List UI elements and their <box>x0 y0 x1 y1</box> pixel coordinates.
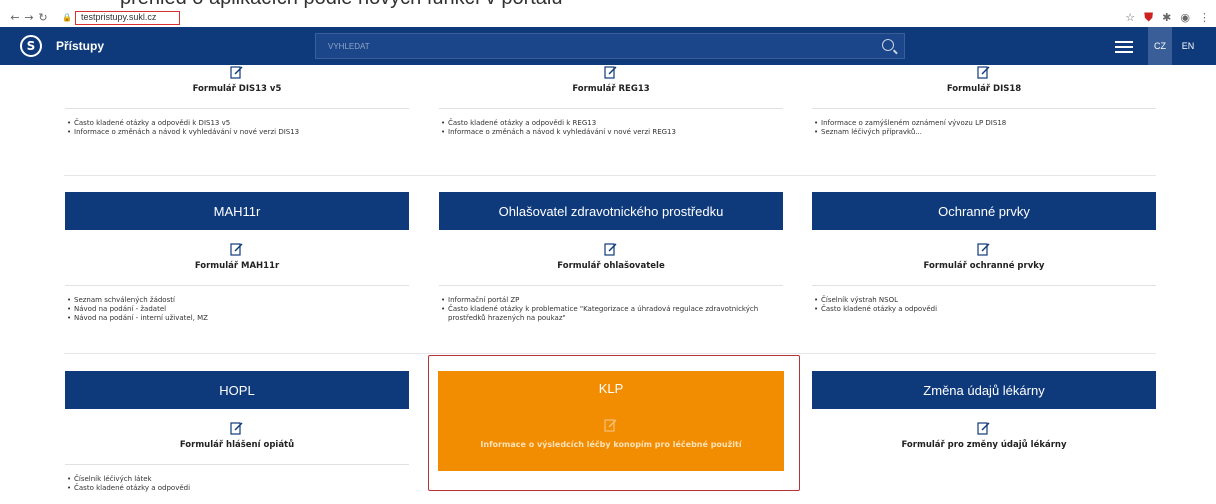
browser-extensions: ☆ ⛊ ✱ ◉ ⋮ <box>1125 10 1210 25</box>
card-mah11r: MAH11r Formulář MAH11r Seznam schválenýc… <box>65 192 409 323</box>
form-link[interactable]: Informace o výsledcích léčby konopím pro… <box>438 440 784 449</box>
form-link[interactable]: Formulář pro změny údajů lékárny <box>812 440 1156 450</box>
link-list: Informace o zamýšleném oznámení vývozu L… <box>812 119 1156 137</box>
list-item[interactable]: Často kladené otázky a odpovědi <box>814 305 1156 314</box>
form-edit-icon <box>604 66 617 79</box>
form-link[interactable]: Formulář ochranné prvky <box>812 261 1156 271</box>
form-edit-icon <box>230 422 243 435</box>
card-zmena-udaju: Změna údajů lékárny Formulář pro změny ú… <box>812 371 1156 450</box>
card-title[interactable]: KLP <box>438 371 784 396</box>
list-item[interactable]: Číselník výstrah NSOL <box>814 296 1156 305</box>
page-caption-clipped: přehled o aplikacích podle nových funkcí… <box>0 0 1216 8</box>
list-item[interactable]: Informace o změnách a návod k vyhledáván… <box>67 128 409 137</box>
search-input[interactable] <box>316 34 904 59</box>
row-divider <box>64 353 1156 354</box>
card-hopl: HOPL Formulář hlášení opiátů Číselník lé… <box>65 371 409 493</box>
forward-icon[interactable]: → <box>22 11 36 24</box>
card-title[interactable]: HOPL <box>65 371 409 409</box>
link-list: Často kladené otázky a odpovědi k DIS13 … <box>65 119 409 137</box>
form-edit-icon <box>977 243 990 256</box>
search-icon[interactable] <box>882 39 894 51</box>
link-list: Seznam schválených žádostí Návod na podá… <box>65 296 409 323</box>
card-title[interactable]: MAH11r <box>65 192 409 230</box>
card-ohlasovatel: Ohlašovatel zdravotnického prostředku Fo… <box>439 192 783 323</box>
logo-icon[interactable]: S <box>20 35 42 57</box>
page-caption: přehled o aplikacích podle nových funkcí… <box>120 0 563 8</box>
form-edit-icon <box>604 419 617 432</box>
site-header: S Přístupy CZ EN <box>0 27 1216 65</box>
list-item[interactable]: Seznam schválených žádostí <box>67 296 409 305</box>
search-box[interactable] <box>315 33 905 59</box>
form-link[interactable]: Formulář ohlašovatele <box>439 261 783 271</box>
list-item[interactable]: Často kladené otázky k problematice "Kat… <box>441 305 783 323</box>
address-bar[interactable]: 🔒 testpristupy.sukl.cz <box>62 10 180 25</box>
card-title[interactable]: Ohlašovatel zdravotnického prostředku <box>439 192 783 230</box>
form-edit-icon <box>977 422 990 435</box>
url-text[interactable]: testpristupy.sukl.cz <box>74 10 180 25</box>
list-item[interactable]: Často kladené otázky a odpovědi <box>67 484 409 493</box>
list-item[interactable]: Návod na podání - žadatel <box>67 305 409 314</box>
list-item[interactable]: Často kladené otázky a odpovědi k DIS13 … <box>67 119 409 128</box>
card-klp[interactable]: KLP Informace o výsledcích léčby konopím… <box>438 371 784 471</box>
brand-title[interactable]: Přístupy <box>56 39 104 53</box>
browser-toolbar: ← → ↻ 🔒 testpristupy.sukl.cz ☆ ⛊ ✱ ◉ ⋮ <box>0 8 1216 27</box>
card-dis18: Formulář DIS18 Informace o zamýšleném oz… <box>812 65 1156 137</box>
back-icon[interactable]: ← <box>8 11 22 24</box>
link-list: Číselník léčivých látek Často kladené ot… <box>65 475 409 493</box>
form-edit-icon <box>977 66 990 79</box>
form-link[interactable]: Formulář REG13 <box>439 84 783 94</box>
link-list: Často kladené otázky a odpovědi k REG13 … <box>439 119 783 137</box>
star-icon[interactable]: ☆ <box>1125 11 1135 24</box>
form-link[interactable]: Formulář DIS13 v5 <box>65 84 409 94</box>
link-list: Informační portál ZP Často kladené otázk… <box>439 296 783 323</box>
row-divider <box>64 175 1156 176</box>
card-dis13: Formulář DIS13 v5 Často kladené otázky a… <box>65 65 409 137</box>
puzzle-icon[interactable]: ✱ <box>1162 11 1171 24</box>
card-title[interactable]: Ochranné prvky <box>812 192 1156 230</box>
form-link[interactable]: Formulář hlášení opiátů <box>65 440 409 450</box>
lock-icon: 🔒 <box>62 13 72 22</box>
list-item[interactable]: Často kladené otázky a odpovědi k REG13 <box>441 119 783 128</box>
account-icon[interactable]: ◉ <box>1180 11 1190 24</box>
form-link[interactable]: Formulář DIS18 <box>812 84 1156 94</box>
list-item[interactable]: Návod na podání - interní uživatel, MZ <box>67 314 409 323</box>
more-icon[interactable]: ⋮ <box>1199 11 1210 24</box>
list-item[interactable]: Informace o zamýšleném oznámení vývozu L… <box>814 119 1156 128</box>
card-ochranne-prvky: Ochranné prvky Formulář ochranné prvky Č… <box>812 192 1156 314</box>
card-reg13: Formulář REG13 Často kladené otázky a od… <box>439 65 783 137</box>
link-list: Číselník výstrah NSOL Často kladené otáz… <box>812 296 1156 314</box>
form-link[interactable]: Formulář MAH11r <box>65 261 409 271</box>
form-edit-icon <box>230 243 243 256</box>
form-edit-icon <box>604 243 617 256</box>
reload-icon[interactable]: ↻ <box>36 11 50 24</box>
list-item[interactable]: Informační portál ZP <box>441 296 783 305</box>
form-edit-icon <box>230 66 243 79</box>
lang-en-button[interactable]: EN <box>1176 27 1200 65</box>
card-title[interactable]: Změna údajů lékárny <box>812 371 1156 409</box>
shield-icon[interactable]: ⛊ <box>1144 10 1153 25</box>
list-item[interactable]: Číselník léčivých látek <box>67 475 409 484</box>
menu-icon[interactable] <box>1115 41 1133 56</box>
list-item[interactable]: Seznam léčivých přípravků... <box>814 128 1156 137</box>
list-item[interactable]: Informace o změnách a návod k vyhledáván… <box>441 128 783 137</box>
lang-cz-button[interactable]: CZ <box>1148 27 1172 65</box>
